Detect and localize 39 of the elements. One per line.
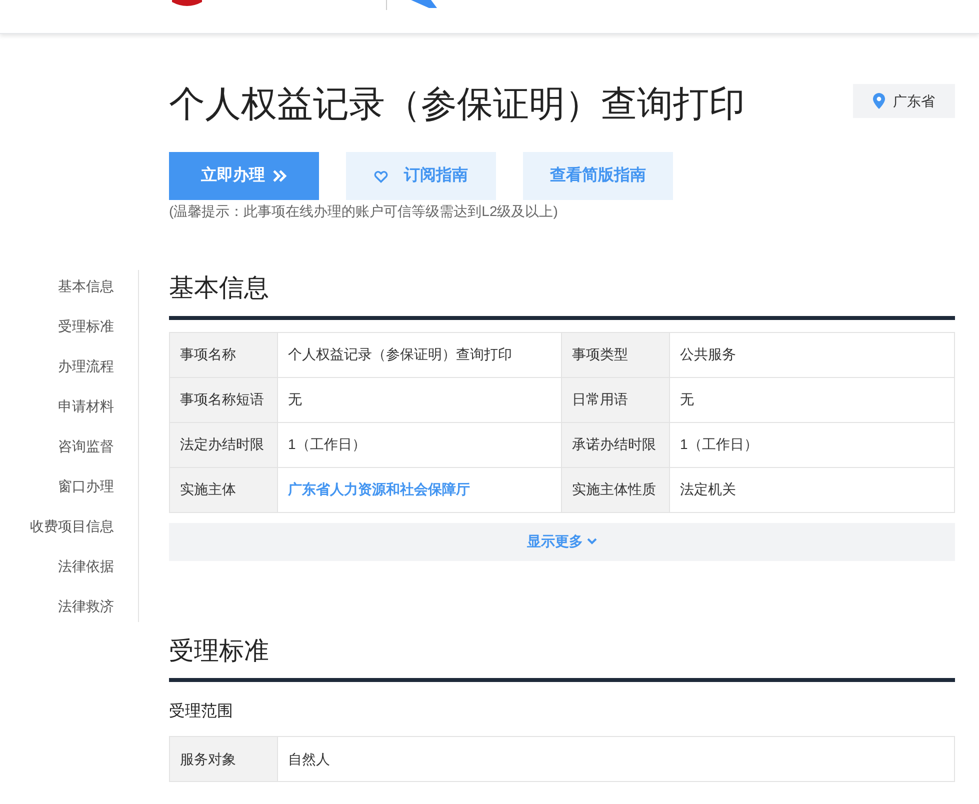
side-nav-item[interactable]: 办理流程	[58, 356, 114, 376]
chevron-down-icon	[587, 538, 597, 545]
value-cell: 自然人	[278, 736, 954, 782]
value-cell: 1（工作日）	[278, 422, 562, 467]
side-nav-item[interactable]: 咨询监督	[58, 436, 114, 456]
value-cell: 个人权益记录（参保证明）查询打印	[278, 332, 562, 377]
label-cell: 实施主体性质	[562, 467, 670, 512]
label-cell: 法定办结时限	[170, 422, 278, 467]
value-cell: 公共服务	[670, 332, 954, 377]
subsection-heading: 受理范围	[169, 702, 234, 722]
label-cell: 实施主体	[170, 467, 278, 512]
value-cell: 无	[278, 377, 562, 422]
side-nav-item[interactable]: 申请材料	[58, 396, 114, 416]
label-cell: 承诺办结时限	[562, 422, 670, 467]
label-cell: 事项名称	[170, 332, 278, 377]
side-nav-item[interactable]: 法律依据	[58, 556, 114, 576]
value-cell: 法定机关	[670, 467, 954, 512]
side-nav-item[interactable]: 窗口办理	[58, 476, 114, 496]
emblem-icon[interactable]	[172, 0, 202, 6]
value-cell: 广东省人力资源和社会保障厅	[278, 467, 562, 512]
value-cell: 无	[670, 377, 954, 422]
page-title: 个人权益记录（参保证明）查询打印	[169, 82, 745, 126]
double-chevron-icon	[273, 170, 287, 182]
side-nav-item[interactable]: 基本信息	[58, 276, 114, 296]
label-cell: 事项类型	[562, 332, 670, 377]
divider-line	[386, 0, 387, 10]
heart-icon	[374, 170, 388, 182]
region-badge[interactable]: 广东省	[853, 84, 955, 118]
label-cell: 日常用语	[562, 377, 670, 422]
side-nav-item[interactable]: 收费项目信息	[30, 516, 114, 536]
tip-text: (温馨提示：此事项在线办理的账户可信等级需达到L2级及以上)	[169, 202, 559, 221]
section-heading: 基本信息	[169, 273, 270, 304]
location-pin-icon	[873, 93, 885, 109]
label-cell: 事项名称短语	[170, 377, 278, 422]
value-cell: 1（工作日）	[670, 422, 954, 467]
side-nav-item[interactable]: 受理标准	[58, 316, 114, 336]
section-heading: 受理标准	[169, 636, 270, 666]
label-cell: 服务对象	[170, 736, 278, 782]
side-nav-item[interactable]: 法律救济	[58, 596, 114, 616]
